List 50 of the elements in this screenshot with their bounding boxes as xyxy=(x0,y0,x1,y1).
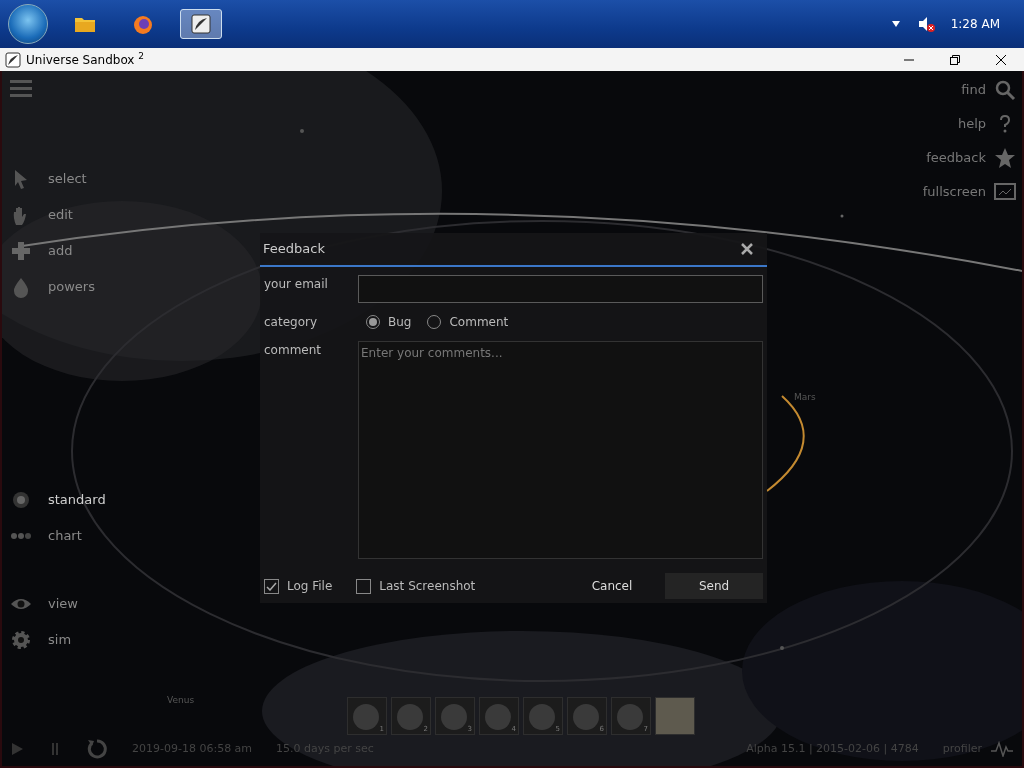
checkbox[interactable] xyxy=(264,578,279,594)
tool-label[interactable]: fullscreen xyxy=(922,182,986,202)
tool-label[interactable]: feedback xyxy=(926,148,986,168)
orbit-label: Venus xyxy=(167,694,195,707)
checkbox-label: Log File xyxy=(287,578,333,595)
gear-icon xyxy=(10,629,32,651)
check-icon xyxy=(266,581,277,591)
caret-icon xyxy=(890,20,901,28)
sim-date: 2019-09-18 06:58 am xyxy=(132,740,253,757)
close-icon xyxy=(741,243,753,255)
window-title: Universe Sandbox $^{2}$ xyxy=(26,50,146,69)
field-label: category xyxy=(264,314,319,331)
taskbar-button[interactable] xyxy=(180,9,222,39)
checkbox[interactable] xyxy=(356,578,372,594)
restore-icon xyxy=(949,53,961,66)
plus-icon xyxy=(10,240,32,262)
cancel-button[interactable]: Cancel xyxy=(563,573,661,599)
reset-icon xyxy=(86,738,108,760)
tool-label[interactable]: powers xyxy=(48,277,95,297)
tool-label[interactable]: chart xyxy=(48,526,82,546)
close-icon xyxy=(995,53,1007,66)
tool-label[interactable]: standard xyxy=(48,490,106,510)
play-icon xyxy=(10,742,24,756)
dots-icon xyxy=(11,533,31,539)
send-button[interactable]: Send xyxy=(665,573,763,599)
tool-label[interactable]: sim xyxy=(48,630,72,650)
tool-label[interactable]: select xyxy=(48,169,87,189)
radio-label: Comment xyxy=(449,314,509,331)
menu-icon xyxy=(10,79,32,97)
orbit-label: Mars xyxy=(794,391,816,404)
tool-label[interactable]: view xyxy=(48,594,78,614)
tool-label[interactable]: find xyxy=(961,80,986,100)
field-label: comment xyxy=(264,342,322,359)
screen-icon xyxy=(994,181,1016,203)
comment-field[interactable]: Enter your comments... xyxy=(358,341,763,559)
checkbox-label: Last Screenshot xyxy=(379,578,476,595)
tool-label[interactable]: help xyxy=(957,114,986,134)
ring-icon xyxy=(10,489,32,511)
radio-label: Bug xyxy=(388,314,412,331)
email-field[interactable] xyxy=(358,275,763,303)
start-button[interactable] xyxy=(8,4,48,44)
tool-label[interactable]: add xyxy=(48,241,73,261)
blank-thumbnail[interactable] xyxy=(655,697,695,735)
star-icon xyxy=(994,147,1016,169)
pulse-icon xyxy=(990,741,1014,757)
search-icon xyxy=(994,79,1016,101)
tool-label[interactable]: edit xyxy=(48,205,73,225)
dialog-title: Feedback xyxy=(263,240,325,259)
field-label: your email xyxy=(264,276,329,293)
clock: 1:28 AM xyxy=(950,16,1000,33)
